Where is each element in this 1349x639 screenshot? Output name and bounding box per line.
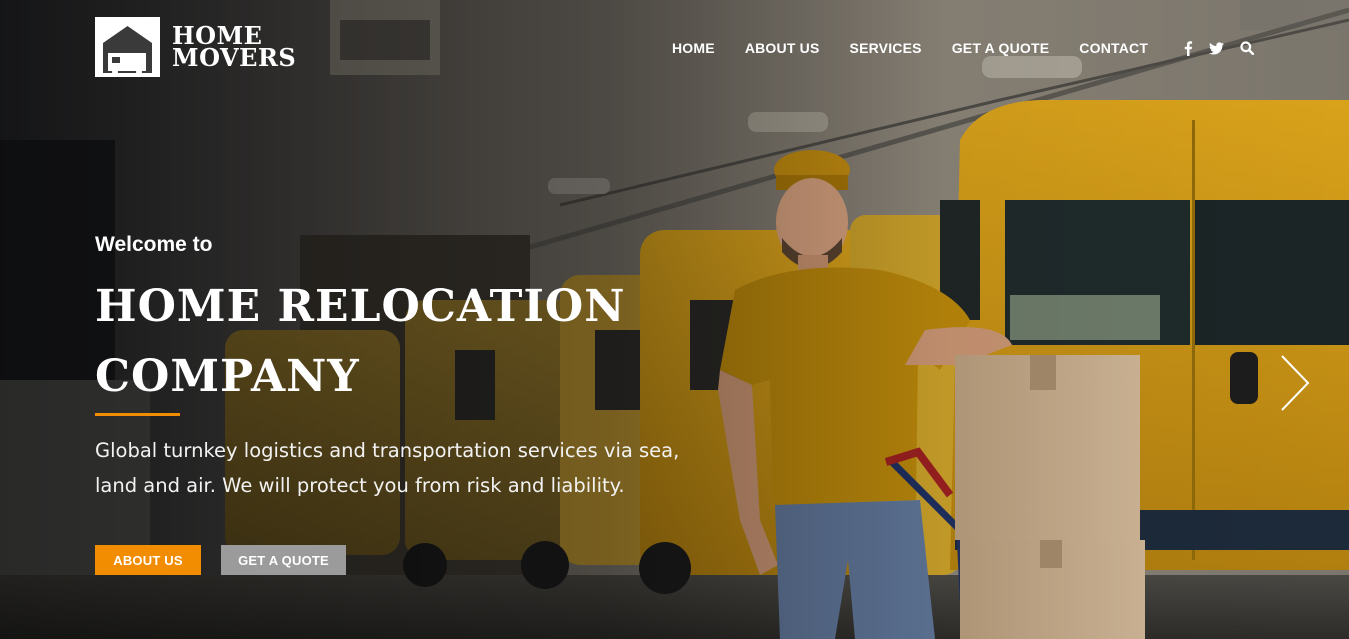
search-icon[interactable] bbox=[1240, 41, 1255, 55]
hero-slider: HOME MOVERS HOME ABOUT US SERVICES GET A… bbox=[0, 0, 1349, 639]
main-navigation: HOME ABOUT US SERVICES GET A QUOTE CONTA… bbox=[672, 38, 1255, 58]
brand-name: HOME MOVERS bbox=[172, 24, 297, 72]
nav-about-us[interactable]: ABOUT US bbox=[745, 38, 820, 58]
hero-description: Global turnkey logistics and transportat… bbox=[95, 439, 680, 497]
hero-headline-line1: HOME RELOCATION bbox=[95, 281, 626, 332]
facebook-icon[interactable] bbox=[1183, 40, 1193, 56]
get-a-quote-button[interactable]: GET A QUOTE bbox=[221, 545, 346, 575]
hero-welcome-text: Welcome to bbox=[95, 233, 213, 256]
brand-logo[interactable]: HOME MOVERS bbox=[95, 17, 296, 77]
hero-headline-line2: COMPANY bbox=[95, 351, 360, 402]
chevron-right-icon[interactable] bbox=[1278, 354, 1312, 412]
nav-contact[interactable]: CONTACT bbox=[1079, 38, 1148, 58]
nav-get-a-quote[interactable]: GET A QUOTE bbox=[952, 38, 1050, 58]
twitter-icon[interactable] bbox=[1209, 41, 1225, 55]
nav-services[interactable]: SERVICES bbox=[850, 38, 922, 58]
nav-home[interactable]: HOME bbox=[672, 38, 715, 58]
about-us-button[interactable]: ABOUT US bbox=[95, 545, 201, 575]
headline-accent-divider bbox=[95, 413, 180, 416]
house-van-icon bbox=[95, 17, 160, 77]
hero-headline: HOME RELOCATION COMPANY bbox=[95, 272, 695, 412]
brand-name-line2: MOVERS bbox=[172, 43, 297, 72]
nav-icons bbox=[1183, 40, 1255, 56]
